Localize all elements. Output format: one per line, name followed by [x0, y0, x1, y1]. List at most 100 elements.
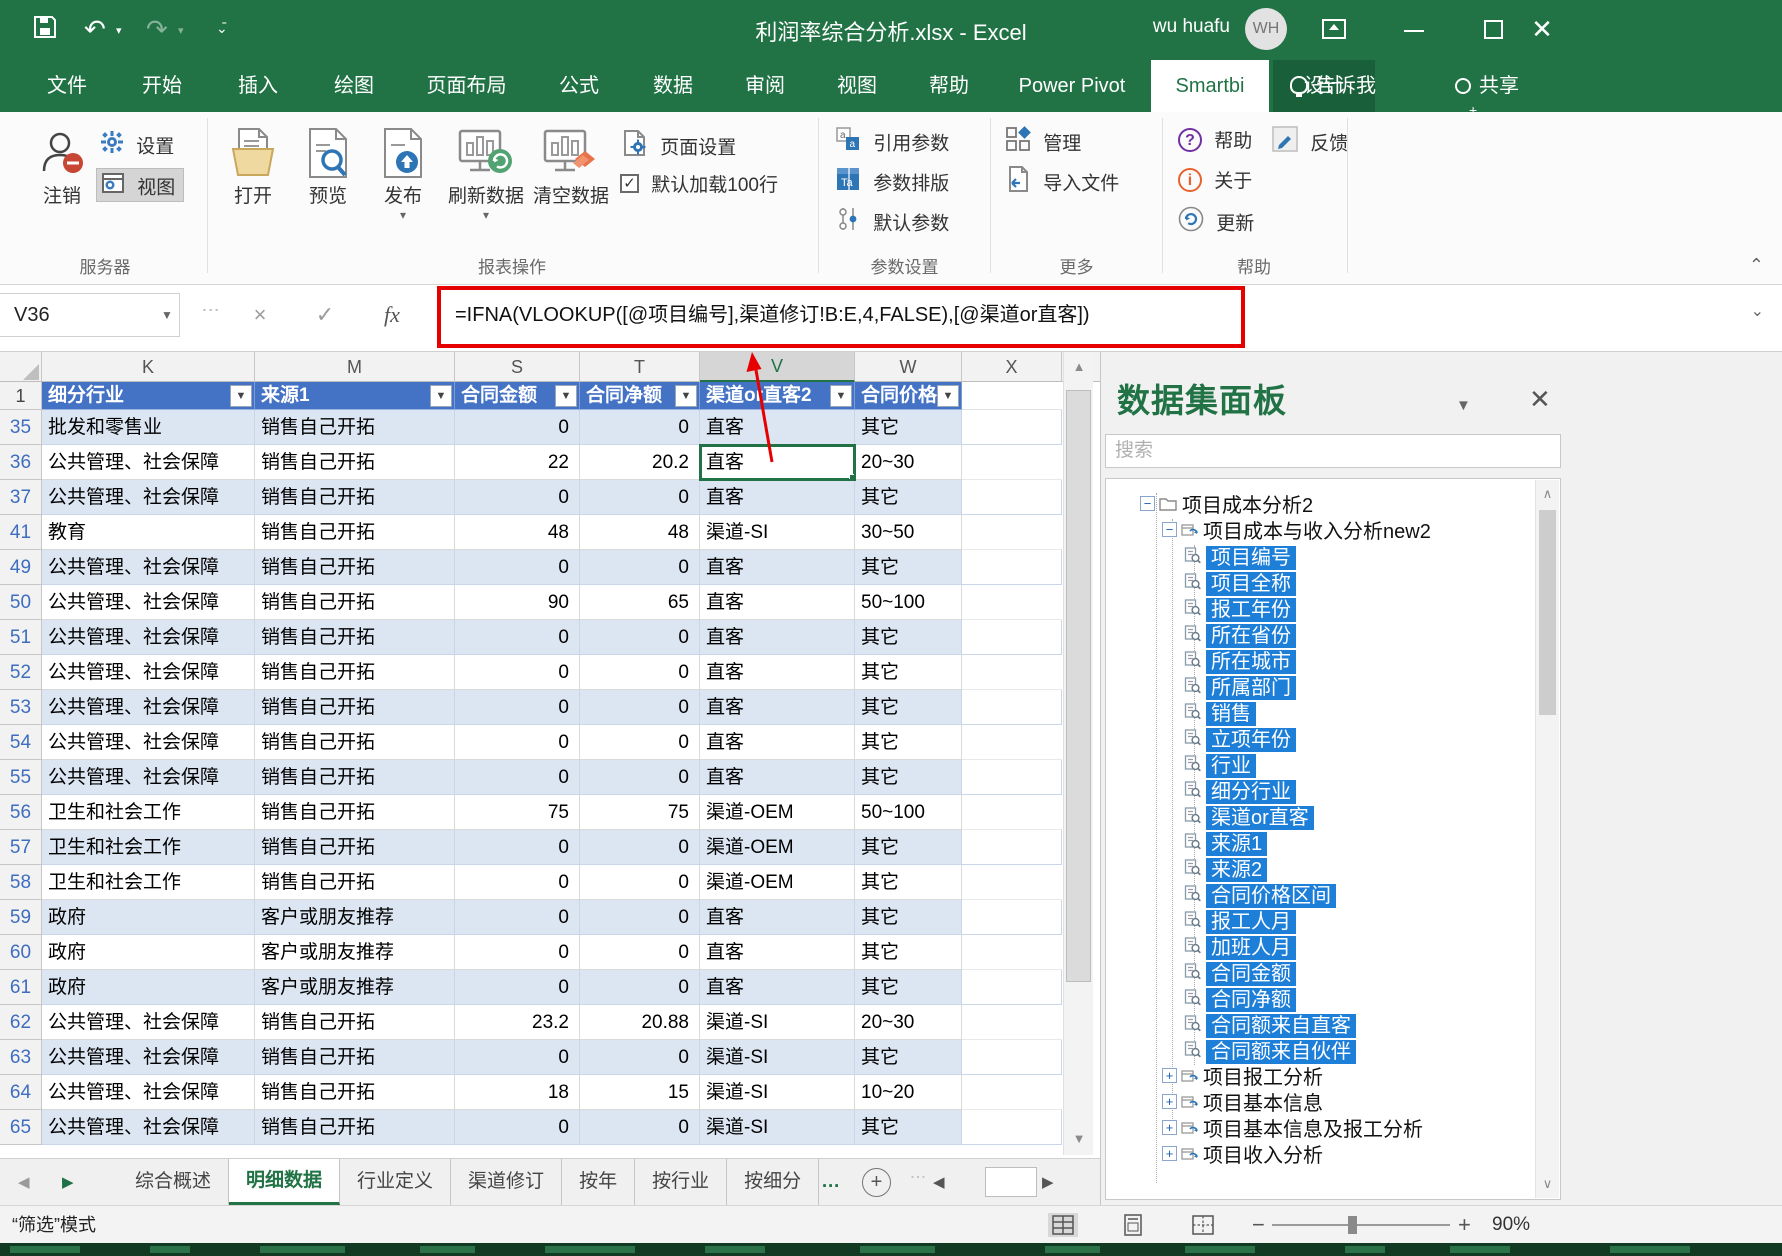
cell-X59[interactable]	[962, 900, 1062, 935]
cell-V50[interactable]: 直客	[700, 585, 855, 620]
tree-field-合同额来自伙伴[interactable]: 合同额来自伙伴	[1184, 1035, 1356, 1061]
publish-button[interactable]: 发布 ▾	[368, 122, 438, 220]
cell-X41[interactable]	[962, 515, 1062, 550]
cell-K53[interactable]: 公共管理、社会保障	[42, 690, 255, 725]
cell-X58[interactable]	[962, 865, 1062, 900]
column-letter-M[interactable]: M	[255, 352, 455, 382]
logout-button[interactable]: 注销	[22, 122, 102, 210]
cell-T61[interactable]: 0	[580, 970, 700, 1005]
tree-expander-icon[interactable]: −	[1162, 522, 1177, 537]
tree-expander-icon[interactable]: +	[1162, 1120, 1177, 1135]
filter-dropdown-icon[interactable]: ▼	[230, 385, 252, 407]
row-number-53[interactable]: 53	[0, 690, 42, 725]
cell-M53[interactable]: 销售自己开拓	[255, 690, 455, 725]
page-layout-view-icon[interactable]	[1118, 1213, 1148, 1237]
cell-T62[interactable]: 20.88	[580, 1005, 700, 1040]
tree-field-合同净额[interactable]: 合同净额	[1184, 983, 1296, 1009]
cell-V55[interactable]: 直客	[700, 760, 855, 795]
scroll-down-icon[interactable]: ▼	[1064, 1124, 1094, 1154]
cell-W59[interactable]: 其它	[855, 900, 962, 935]
cell-S60[interactable]: 0	[455, 935, 580, 970]
manage-button[interactable]: 管理	[1005, 126, 1081, 160]
cell-K63[interactable]: 公共管理、社会保障	[42, 1040, 255, 1075]
sheet-nav-right-icon[interactable]: ▶	[62, 1159, 74, 1206]
ribbon-tab-Smartbi[interactable]: Smartbi	[1151, 60, 1269, 112]
cell-V58[interactable]: 渠道-OEM	[700, 865, 855, 900]
cell-S55[interactable]: 0	[455, 760, 580, 795]
cell-M61[interactable]: 客户或朋友推荐	[255, 970, 455, 1005]
formula-bar-expand-icon[interactable]: ⌄	[1751, 301, 1764, 321]
cell-V60[interactable]: 直客	[700, 935, 855, 970]
cell-W37[interactable]: 其它	[855, 480, 962, 515]
cell-X36[interactable]	[962, 445, 1062, 480]
collapse-ribbon-icon[interactable]: ⌃	[1749, 255, 1764, 276]
column-letter-K[interactable]: K	[42, 352, 255, 382]
formula-text[interactable]: =IFNA(VLOOKUP([@项目编号],渠道修订!B:E,4,FALSE),…	[455, 293, 1090, 337]
cell-M49[interactable]: 销售自己开拓	[255, 550, 455, 585]
tree-field-所在城市[interactable]: 所在城市	[1184, 645, 1296, 671]
cell-X53[interactable]	[962, 690, 1062, 725]
feedback-button[interactable]: 反馈	[1272, 126, 1348, 160]
preview-button[interactable]: 预览	[293, 122, 363, 210]
cell-K60[interactable]: 政府	[42, 935, 255, 970]
zoom-level[interactable]: 90%	[1492, 1206, 1530, 1244]
cell-M63[interactable]: 销售自己开拓	[255, 1040, 455, 1075]
row-number-35[interactable]: 35	[0, 410, 42, 445]
row-number-51[interactable]: 51	[0, 620, 42, 655]
cell-W58[interactable]: 其它	[855, 865, 962, 900]
cell-K59[interactable]: 政府	[42, 900, 255, 935]
tree-field-行业[interactable]: 行业	[1184, 749, 1256, 775]
tree-expander-icon[interactable]: +	[1162, 1068, 1177, 1083]
zoom-in-icon[interactable]: +	[1458, 1206, 1471, 1244]
tree-field-报工年份[interactable]: 报工年份	[1184, 593, 1296, 619]
cell-W63[interactable]: 其它	[855, 1040, 962, 1075]
cell-V63[interactable]: 渠道-SI	[700, 1040, 855, 1075]
row-number-55[interactable]: 55	[0, 760, 42, 795]
cancel-formula-icon[interactable]: ×	[240, 293, 280, 337]
cell-W54[interactable]: 其它	[855, 725, 962, 760]
tree-field-销售[interactable]: 销售	[1184, 697, 1256, 723]
cell-T60[interactable]: 0	[580, 935, 700, 970]
cell-S36[interactable]: 22	[455, 445, 580, 480]
cell-K51[interactable]: 公共管理、社会保障	[42, 620, 255, 655]
close-button[interactable]: ✕	[1524, 12, 1560, 48]
panel-close-icon[interactable]: ✕	[1529, 384, 1551, 415]
cell-T52[interactable]: 0	[580, 655, 700, 690]
row-number-62[interactable]: 62	[0, 1005, 42, 1040]
cell-X54[interactable]	[962, 725, 1062, 760]
cell-X65[interactable]	[962, 1110, 1062, 1145]
ribbon-tab-绘图[interactable]: 绘图	[308, 60, 400, 112]
tree-field-合同额来自直客[interactable]: 合同额来自直客	[1184, 1009, 1356, 1035]
cell-K65[interactable]: 公共管理、社会保障	[42, 1110, 255, 1145]
cell-V62[interactable]: 渠道-SI	[700, 1005, 855, 1040]
row-number-57[interactable]: 57	[0, 830, 42, 865]
cell-V53[interactable]: 直客	[700, 690, 855, 725]
cell-T64[interactable]: 15	[580, 1075, 700, 1110]
cell-M62[interactable]: 销售自己开拓	[255, 1005, 455, 1040]
tree-field-项目编号[interactable]: 项目编号	[1184, 541, 1296, 567]
tree-field-细分行业[interactable]: 细分行业	[1184, 775, 1296, 801]
row-number-52[interactable]: 52	[0, 655, 42, 690]
cell-M50[interactable]: 销售自己开拓	[255, 585, 455, 620]
view-button[interactable]: 视图	[96, 168, 184, 202]
column-letter-V[interactable]: V	[700, 352, 855, 382]
default-load-checkbox[interactable]: ✓ 默认加载100行	[620, 170, 778, 204]
hscroll-left-icon[interactable]: ◀	[933, 1159, 945, 1206]
sheet-tab-按细分[interactable]: 按细分	[727, 1159, 819, 1205]
row-number-37[interactable]: 37	[0, 480, 42, 515]
refresh-data-button[interactable]: 刷新数据 ▾	[443, 122, 529, 220]
cell-V57[interactable]: 渠道-OEM	[700, 830, 855, 865]
header-cell-X[interactable]	[962, 382, 1062, 410]
cell-K62[interactable]: 公共管理、社会保障	[42, 1005, 255, 1040]
panel-dropdown-icon[interactable]: ▼	[1456, 397, 1471, 414]
open-button[interactable]: 打开	[218, 122, 288, 210]
ribbon-tab-开始[interactable]: 开始	[116, 60, 208, 112]
ref-param-button[interactable]: aa 引用参数	[835, 126, 949, 160]
cell-V35[interactable]: 直客	[700, 410, 855, 445]
ribbon-tab-插入[interactable]: 插入	[212, 60, 304, 112]
cell-T56[interactable]: 75	[580, 795, 700, 830]
cell-K49[interactable]: 公共管理、社会保障	[42, 550, 255, 585]
cell-V61[interactable]: 直客	[700, 970, 855, 1005]
cell-S50[interactable]: 90	[455, 585, 580, 620]
name-box-dropdown-icon[interactable]: ▼	[155, 293, 179, 337]
